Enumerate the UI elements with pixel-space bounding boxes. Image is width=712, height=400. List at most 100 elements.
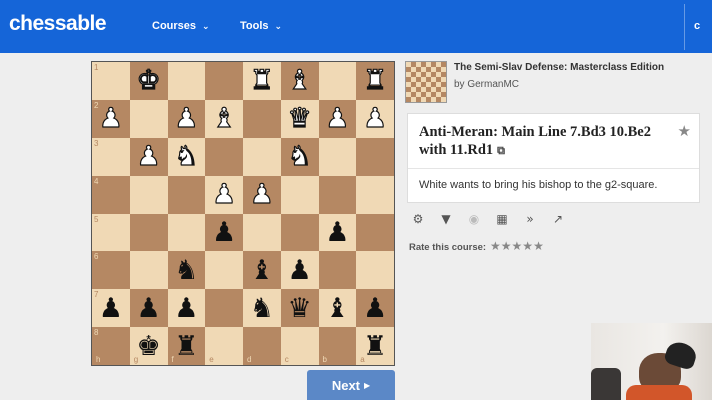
chessable-logo[interactable]: chessable (9, 12, 107, 36)
board-square[interactable]: ♟ (129, 289, 168, 328)
gear-icon[interactable]: ⚙ (411, 212, 425, 226)
board-square[interactable]: ♝ (318, 289, 357, 328)
board-square[interactable]: ♝ (280, 62, 319, 100)
board-square[interactable] (356, 175, 394, 214)
external-link-icon[interactable]: ⧉ (497, 145, 505, 157)
black-knight-icon[interactable]: ♞ (250, 295, 274, 322)
board-square[interactable] (129, 251, 168, 290)
board-square[interactable] (243, 99, 281, 138)
white-rook-icon[interactable]: ♜ (362, 67, 387, 95)
board-square[interactable]: b (318, 327, 357, 365)
black-pawn-icon[interactable]: ♟ (363, 295, 387, 322)
double-chevron-right-icon[interactable]: » (523, 212, 537, 226)
board-square[interactable] (129, 99, 168, 138)
board-square[interactable] (205, 137, 243, 176)
black-pawn-icon[interactable]: ♟ (99, 295, 123, 322)
board-square[interactable]: 7 ♟ (92, 289, 130, 328)
white-pawn-icon[interactable]: ♟ (362, 105, 387, 133)
board-square[interactable] (280, 213, 319, 252)
course-author[interactable]: by GermanMC (454, 79, 519, 90)
board-square[interactable] (167, 213, 206, 252)
board-square[interactable]: d (243, 327, 281, 365)
rating-star-icon[interactable]: ★ (522, 239, 533, 253)
black-pawn-icon[interactable]: ♟ (288, 257, 312, 284)
nav-courses-menu[interactable]: Courses ⌄ (152, 20, 210, 32)
board-square[interactable] (243, 137, 281, 176)
chess-board[interactable]: 1 ♚ ♜ ♝ ♜ 2 ♟ ♟ ♝ ♛ ♟ ♟ 3 ♟ ♞ ♞ 4 ♟ ♟ 5 ♟ ♟ 6 ♞ ♝ ♟ 7 ♟ ♟ ♟ ♞ ♛ ♝ ♟ 8 h g ♚ f ♜… (91, 61, 395, 366)
board-square[interactable]: 4 (92, 175, 130, 214)
board-square[interactable]: ♚ (129, 62, 168, 100)
white-pawn-icon[interactable]: ♟ (174, 105, 199, 133)
rating-star-icon[interactable]: ★ (490, 239, 501, 253)
board-square[interactable]: ♞ (243, 289, 281, 328)
board-square[interactable]: f ♜ (167, 327, 206, 365)
white-queen-icon[interactable]: ♛ (287, 105, 312, 133)
board-square[interactable]: ♟ (318, 213, 357, 252)
white-pawn-icon[interactable]: ♟ (211, 180, 236, 208)
board-square[interactable]: ♟ (243, 175, 281, 214)
rating-stars[interactable]: ★★★★★ (490, 239, 544, 253)
board-square[interactable] (318, 251, 357, 290)
board-square[interactable] (167, 175, 206, 214)
black-knight-icon[interactable]: ♞ (174, 257, 198, 284)
black-queen-icon[interactable]: ♛ (288, 295, 312, 322)
white-knight-icon[interactable]: ♞ (287, 143, 312, 171)
board-square[interactable] (318, 175, 357, 214)
white-king-icon[interactable]: ♚ (136, 67, 161, 95)
board-square[interactable] (318, 137, 357, 176)
expand-icon[interactable]: ↗ (551, 212, 565, 226)
nav-tools-menu[interactable]: Tools ⌄ (240, 20, 282, 32)
board-square[interactable] (167, 62, 206, 100)
black-bishop-icon[interactable]: ♝ (325, 295, 349, 322)
white-pawn-icon[interactable]: ♟ (136, 143, 161, 171)
board-square[interactable]: ♟ (356, 99, 394, 138)
board-square[interactable] (129, 213, 168, 252)
speaker-icon[interactable]: ▼ (439, 212, 453, 226)
black-pawn-icon[interactable]: ♟ (325, 219, 349, 246)
white-knight-icon[interactable]: ♞ (174, 143, 199, 171)
board-square[interactable]: ♞ (280, 137, 319, 176)
black-rook-icon[interactable]: ♜ (174, 333, 198, 360)
white-rook-icon[interactable]: ♜ (249, 67, 274, 95)
white-bishop-icon[interactable]: ♝ (211, 105, 236, 133)
white-pawn-icon[interactable]: ♟ (249, 180, 274, 208)
board-square[interactable]: 3 (92, 137, 130, 176)
board-square[interactable]: ♟ (167, 289, 206, 328)
board-square[interactable] (280, 175, 319, 214)
board-square[interactable]: 1 (92, 62, 130, 100)
board-square[interactable]: ♜ (356, 62, 394, 100)
rating-star-icon[interactable]: ★ (512, 239, 523, 253)
black-pawn-icon[interactable]: ♟ (174, 295, 198, 322)
eye-slash-icon[interactable]: ◉ (467, 212, 481, 226)
next-button[interactable]: Next ▶ (307, 370, 395, 400)
nav-right-item[interactable]: c (694, 20, 700, 32)
board-square[interactable]: ♝ (205, 99, 243, 138)
board-square[interactable] (356, 213, 394, 252)
board-square[interactable] (356, 137, 394, 176)
board-square[interactable] (205, 62, 243, 100)
board-square[interactable]: ♟ (129, 137, 168, 176)
board-square[interactable] (205, 289, 243, 328)
black-bishop-icon[interactable]: ♝ (250, 257, 274, 284)
board-square[interactable] (243, 213, 281, 252)
course-thumbnail[interactable] (405, 61, 447, 103)
board-square[interactable]: ♝ (243, 251, 281, 290)
rating-star-icon[interactable]: ★ (501, 239, 512, 253)
board-square[interactable]: ♟ (280, 251, 319, 290)
board-square[interactable]: ♛ (280, 99, 319, 138)
board-square[interactable]: ♜ (243, 62, 281, 100)
black-rook-icon[interactable]: ♜ (363, 333, 387, 360)
black-pawn-icon[interactable]: ♟ (137, 295, 161, 322)
board-square[interactable]: e (205, 327, 243, 365)
board-square[interactable]: ♟ (167, 99, 206, 138)
white-pawn-icon[interactable]: ♟ (98, 105, 123, 133)
black-pawn-icon[interactable]: ♟ (212, 219, 236, 246)
board-square[interactable]: a ♜ (356, 327, 394, 365)
board-square[interactable]: ♞ (167, 251, 206, 290)
favorite-star-icon[interactable]: ★ (678, 122, 691, 140)
board-square[interactable] (205, 251, 243, 290)
board-square[interactable]: ♟ (318, 99, 357, 138)
board-square[interactable]: ♞ (167, 137, 206, 176)
board-square[interactable]: ♟ (356, 289, 394, 328)
black-king-icon[interactable]: ♚ (137, 333, 161, 360)
